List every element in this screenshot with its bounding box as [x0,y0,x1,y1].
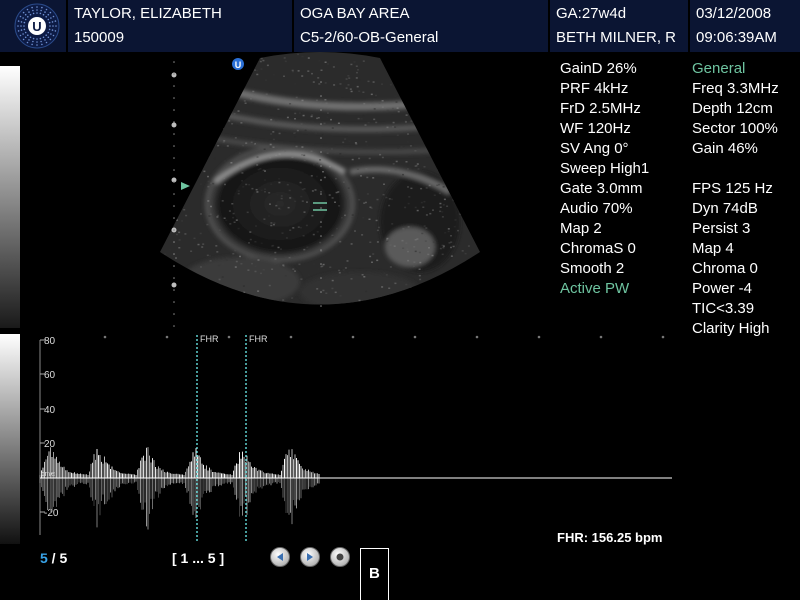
play-icon [307,553,313,561]
bmode-param-9: Chroma 0 [692,260,758,277]
cine-previous-button[interactable] [270,547,290,567]
institution-name: OGA BAY AREA [300,5,410,22]
ultrasound-logo-icon: U [14,3,60,49]
doppler-param-0: GainD 26% [560,60,637,77]
bmode-param-8: Map 4 [692,240,734,257]
page-current: 5 [40,550,48,566]
stop-icon [336,553,344,561]
operator-name: BETH MILNER, R [556,29,677,46]
exam-date: 03/12/2008 [696,5,772,22]
bmode-param-3: Gain 46% [692,140,758,157]
orientation-marker-label: U [235,60,242,70]
doppler-param-9: ChromaS 0 [560,240,636,257]
bmode-param-7: Persist 3 [692,220,751,237]
probe-preset: C5-2/60-OB-General [300,29,439,46]
fhr-readout: FHR: 156.25 bpm [557,530,663,545]
page-indicator: 5 / 5 [40,550,67,566]
fhr-marker-label-2: FHR [249,334,268,344]
gestational-age: GA:27w4d [556,5,627,22]
doppler-param-8: Map 2 [560,220,602,237]
logo-letter: U [32,19,41,34]
doppler-spectrum[interactable]: 80 60 40 20 -20 FHR FHR cm/s [0,330,800,545]
doppler-param-5: Sweep High1 [560,160,650,177]
patient-header: U TAYLOR, ELIZABETH 150009 OGA BAY AREA … [0,0,800,52]
doppler-param-1: PRF 4kHz [560,80,629,97]
doppler-param-7: Audio 70% [560,200,633,217]
velocity-tick-1: 60 [44,370,56,381]
cine-play-button[interactable] [300,547,320,567]
bmode-param-10: Power -4 [692,280,753,297]
bmode-param-11: TIC<3.39 [692,300,755,317]
bmode-param-6: Dyn 74dB [692,200,758,217]
bmode-param-2: Sector 100% [692,120,778,137]
bmode-image[interactable]: U [0,52,800,332]
cine-range: [ 1 ... 5 ] [172,550,225,566]
bmode-param-1: Depth 12cm [692,100,773,117]
exam-time: 09:06:39AM [696,29,777,46]
mode-box-label: B [369,565,380,582]
doppler-param-3: WF 120Hz [560,120,631,137]
focus-marker-icon [181,182,190,190]
velocity-tick-0: 80 [44,336,56,347]
doppler-param-4: SV Ang 0° [560,140,629,157]
doppler-param-6: Gate 3.0mm [560,180,643,197]
cine-stop-button[interactable] [330,547,350,567]
patient-id: 150009 [74,29,125,46]
doppler-param-2: FrD 2.5MHz [560,100,641,117]
bmode-param-5: FPS 125 Hz [692,180,773,197]
baseline-unit: cm/s [41,471,56,478]
velocity-tick-2: 40 [44,405,56,416]
bmode-mode-label: General [692,60,746,77]
bmode-param-0: Freq 3.3MHz [692,80,779,97]
mode-box[interactable]: B [360,548,389,600]
doppler-param-10: Smooth 2 [560,260,625,277]
page-separator: / [47,550,60,566]
page-total: 5 [59,550,68,566]
fhr-marker-label-1: FHR [200,334,219,344]
velocity-tick-3: 20 [44,439,56,450]
play-reverse-icon [277,553,283,561]
doppler-mode-label: Active PW [560,280,630,297]
patient-name: TAYLOR, ELIZABETH [74,5,222,22]
velocity-tick-4: -20 [44,508,59,519]
